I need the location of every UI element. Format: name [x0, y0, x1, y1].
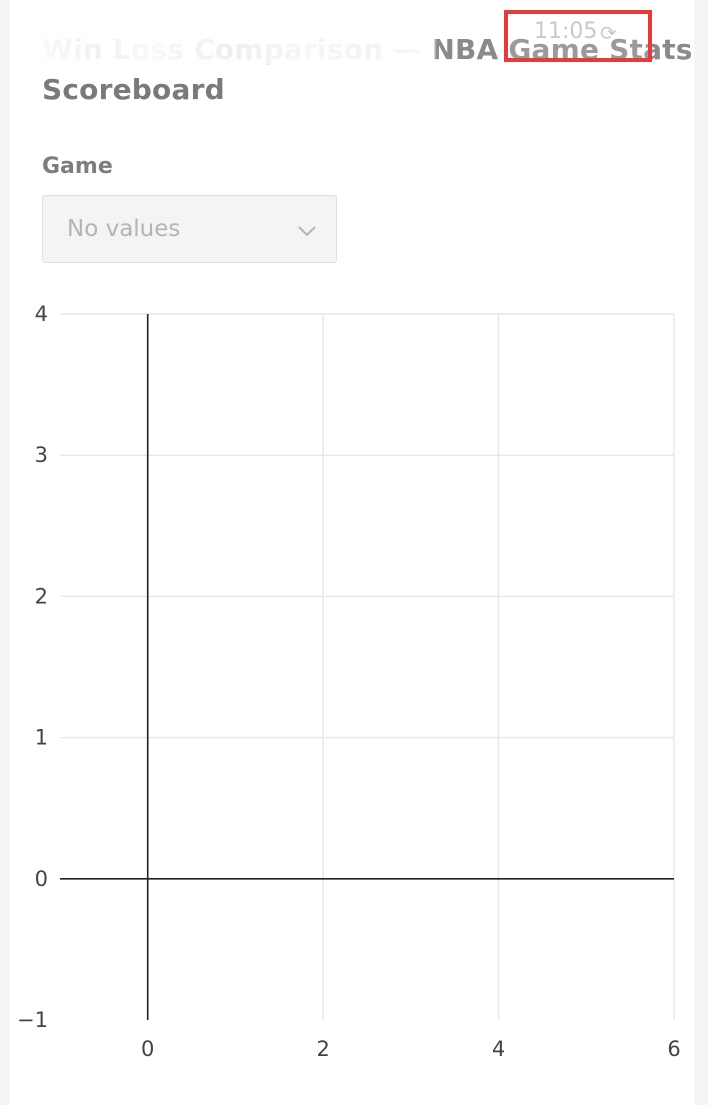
- y-tick-label: 4: [35, 302, 48, 326]
- y-tick-label: −1: [17, 1008, 48, 1032]
- y-tick-label: 2: [35, 584, 48, 608]
- y-tick-label: 1: [35, 726, 48, 750]
- y-tick-label: 0: [35, 867, 48, 891]
- chart: 4 3 2 1 0 −1 0 2 4 6: [17, 302, 681, 1061]
- app-card: Win Loss Comparison — NBA Game Stats Sco…: [10, 0, 694, 1105]
- y-tick-label: 3: [35, 443, 48, 467]
- x-tick-label: 0: [141, 1037, 154, 1061]
- x-tick-label: 2: [316, 1037, 329, 1061]
- x-tick-label: 4: [492, 1037, 505, 1061]
- x-tick-label: 6: [667, 1037, 680, 1061]
